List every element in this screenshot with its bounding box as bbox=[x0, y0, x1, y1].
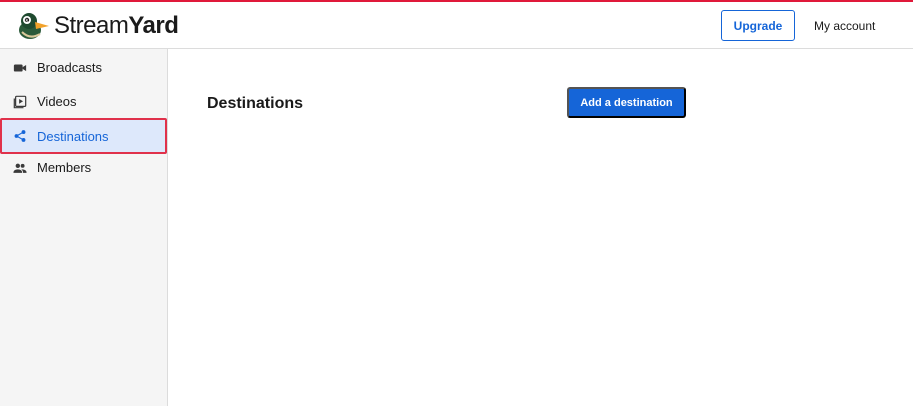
sidebar-item-videos[interactable]: Videos bbox=[0, 85, 167, 118]
people-icon bbox=[12, 160, 28, 176]
streamyard-logo[interactable]: $ StreamYard bbox=[16, 10, 179, 42]
upgrade-button[interactable]: Upgrade bbox=[721, 10, 795, 41]
sidebar-item-label: Destinations bbox=[37, 128, 109, 144]
page-title: Destinations bbox=[207, 95, 304, 112]
sidebar-item-label: Members bbox=[37, 160, 92, 175]
sidebar-item-label: Videos bbox=[37, 94, 77, 109]
sidebar-item-broadcasts[interactable]: Broadcasts bbox=[0, 51, 167, 84]
video-camera-icon bbox=[12, 60, 28, 76]
share-icon bbox=[12, 128, 28, 144]
duck-logo-icon: $ bbox=[19, 13, 49, 39]
svg-text:$: $ bbox=[25, 19, 28, 25]
my-account-link[interactable]: My account bbox=[814, 10, 875, 41]
sidebar-item-destinations[interactable]: Destinations bbox=[0, 118, 167, 154]
sidebar-item-label: Broadcasts bbox=[37, 60, 103, 75]
add-destination-button[interactable]: Add a destination bbox=[567, 87, 686, 118]
sidebar-item-members[interactable]: Members bbox=[0, 151, 167, 184]
sidebar: Broadcasts Videos Destinations Members bbox=[0, 49, 168, 406]
video-library-icon bbox=[12, 94, 28, 110]
app-header: $ StreamYard Upgrade My account bbox=[0, 2, 913, 49]
brand-name: StreamYard bbox=[54, 12, 179, 39]
